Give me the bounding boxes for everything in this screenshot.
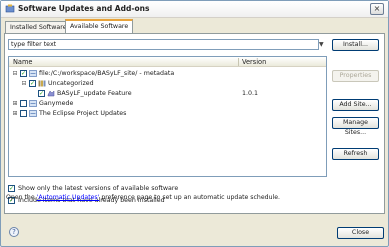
title-bar: Software Updates and Add-ons × (1, 1, 388, 18)
close-window-button[interactable]: × (370, 3, 384, 15)
checkbox-ganymede[interactable] (20, 100, 27, 107)
hint-suffix: preference page to set up an automatic u… (99, 194, 281, 201)
manage-sites-button[interactable]: Manage Sites... (332, 117, 379, 136)
tree-row-version: 1.0.1 (242, 90, 259, 97)
checkbox-latest-versions[interactable]: ✓ (8, 185, 15, 192)
column-name[interactable]: Name (13, 58, 32, 66)
window-title: Software Updates and Add-ons (18, 4, 150, 13)
software-updates-dialog: Software Updates and Add-ons × Installed… (0, 0, 389, 247)
option-latest-versions-label: Show only the latest versions of availab… (18, 185, 179, 192)
tree-header: Name Version (9, 57, 326, 67)
update-icon (5, 4, 15, 13)
checkbox-feature[interactable]: ✓ (38, 90, 45, 97)
column-version[interactable]: Version (242, 58, 266, 66)
site-icon (29, 70, 37, 77)
collapse-icon[interactable]: ⊟ (21, 81, 27, 87)
column-divider[interactable] (238, 58, 239, 66)
expand-icon[interactable]: ⊞ (12, 101, 18, 107)
collapse-icon[interactable]: ⊟ (12, 71, 18, 77)
automatic-updates-link[interactable]: 'Automatic Updates' (37, 194, 100, 201)
filter-input[interactable]: type filter text (8, 39, 319, 50)
help-icon[interactable]: ? (9, 227, 19, 237)
hint-prefix: Open the (6, 194, 37, 201)
add-site-button[interactable]: Add Site... (332, 99, 379, 111)
install-button[interactable]: Install... (332, 39, 379, 51)
category-icon (38, 80, 46, 87)
software-tree[interactable]: Name Version ⊟ ✓ file:/C:/workspace/BASy… (8, 56, 327, 177)
close-button[interactable]: Close (337, 227, 384, 239)
feature-icon (47, 90, 55, 97)
checkbox-category[interactable]: ✓ (29, 80, 36, 87)
tree-row-eclipse-updates[interactable]: ⊞ The Eclipse Project Updates (9, 109, 326, 120)
automatic-updates-hint: Open the 'Automatic Updates' preference … (6, 194, 280, 201)
properties-button[interactable]: Properties (332, 70, 379, 82)
site-icon (29, 110, 37, 117)
filter-dropdown-icon[interactable]: ▼ (319, 41, 324, 48)
tab-available-software[interactable]: Available Software (65, 19, 134, 34)
option-latest-versions[interactable]: ✓ Show only the latest versions of avail… (8, 184, 328, 193)
site-icon (29, 100, 37, 107)
tree-row-label: file:/C:/workspace/BASyLF_site/ - metada… (39, 70, 175, 77)
refresh-button[interactable]: Refresh (332, 148, 379, 160)
available-software-panel: type filter text ▼ Install... Properties… (4, 33, 385, 214)
tree-row-label: Uncategorized (48, 80, 94, 87)
checkbox-eclipse-updates[interactable] (20, 110, 27, 117)
checkbox-site[interactable]: ✓ (20, 70, 27, 77)
expand-icon[interactable]: ⊞ (12, 111, 18, 117)
tree-row-label: Ganymede (39, 100, 74, 107)
tree-row-label: The Eclipse Project Updates (39, 110, 127, 117)
tree-row-label: BASyLF_update Feature (57, 90, 132, 97)
